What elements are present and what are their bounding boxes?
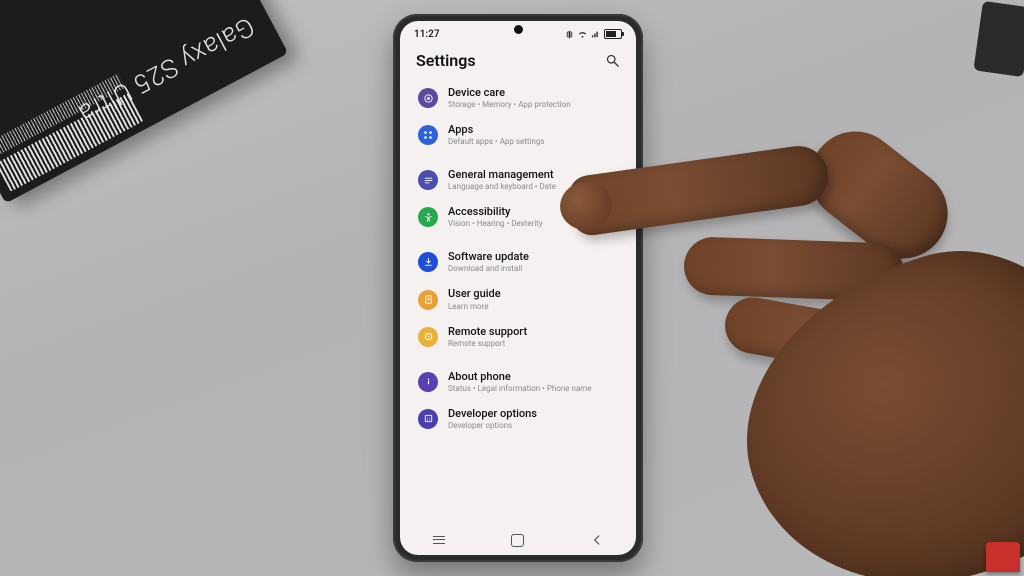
back-icon [590, 533, 604, 547]
status-time: 11:27 [414, 29, 440, 40]
accessibility-icon [418, 207, 438, 227]
product-box: Galaxy S25 Ultra [0, 0, 288, 203]
item-subtitle: Language and keyboard • Date [448, 182, 556, 191]
item-subtitle: Vision • Hearing • Dexterity [448, 219, 543, 228]
nav-bar [400, 525, 636, 555]
device-care-icon [418, 88, 438, 108]
item-title: User guide [448, 288, 501, 300]
settings-item-apps[interactable]: Apps Default apps • App settings [408, 117, 628, 153]
item-subtitle: Download and install [448, 264, 529, 273]
vibrate-icon [565, 30, 574, 39]
item-title: Apps [448, 124, 545, 136]
background-object [986, 542, 1020, 572]
settings-list: Device care Storage • Memory • App prote… [400, 80, 636, 437]
phone-screen: 11:27 Settings [400, 21, 636, 555]
settings-item-device-care[interactable]: Device care Storage • Memory • App prote… [408, 80, 628, 116]
status-icons [565, 29, 622, 39]
recent-icon [433, 536, 445, 544]
svg-text:{ }: { } [426, 417, 430, 421]
settings-item-general-management[interactable]: General management Language and keyboard… [408, 162, 628, 198]
item-title: Software update [448, 251, 529, 263]
background-object [973, 1, 1024, 77]
settings-item-user-guide[interactable]: User guide Learn more [408, 281, 628, 317]
item-subtitle: Status • Legal information • Phone name [448, 384, 592, 393]
settings-item-about-phone[interactable]: About phone Status • Legal information •… [408, 364, 628, 400]
remote-support-icon [418, 327, 438, 347]
settings-item-remote-support[interactable]: Remote support Remote support [408, 319, 628, 355]
settings-item-accessibility[interactable]: Accessibility Vision • Hearing • Dexteri… [408, 199, 628, 235]
page-title: Settings [416, 51, 476, 70]
item-title: Developer options [448, 408, 537, 420]
wifi-icon [578, 30, 587, 39]
nav-recent-button[interactable] [419, 530, 459, 550]
nav-home-button[interactable] [498, 530, 538, 550]
about-phone-icon [418, 372, 438, 392]
general-mgmt-icon [418, 170, 438, 190]
settings-item-software-update[interactable]: Software update Download and install [408, 244, 628, 280]
dev-options-icon: { } [418, 409, 438, 429]
item-subtitle: Developer options [448, 421, 537, 430]
item-title: Remote support [448, 326, 527, 338]
settings-header: Settings [400, 47, 636, 80]
search-icon[interactable] [605, 53, 620, 68]
battery-icon [604, 29, 622, 39]
software-update-icon [418, 252, 438, 272]
item-subtitle: Learn more [448, 302, 501, 311]
phone-frame: 11:27 Settings [393, 14, 643, 562]
apps-icon [418, 125, 438, 145]
item-title: General management [448, 169, 556, 181]
item-title: Accessibility [448, 206, 543, 218]
item-subtitle: Default apps • App settings [448, 137, 545, 146]
product-box-label: Galaxy S25 Ultra [73, 10, 259, 128]
nav-back-button[interactable] [577, 530, 617, 550]
scene: Galaxy S25 Ultra 11:27 Settings [0, 0, 1024, 576]
item-subtitle: Storage • Memory • App protection [448, 100, 571, 109]
item-title: Device care [448, 87, 571, 99]
user-guide-icon [418, 290, 438, 310]
home-icon [511, 534, 524, 547]
front-camera-icon [514, 25, 523, 34]
signal-icon [591, 30, 600, 39]
item-subtitle: Remote support [448, 339, 527, 348]
settings-item-developer-options[interactable]: { } Developer options Developer options [408, 401, 628, 437]
item-title: About phone [448, 371, 592, 383]
